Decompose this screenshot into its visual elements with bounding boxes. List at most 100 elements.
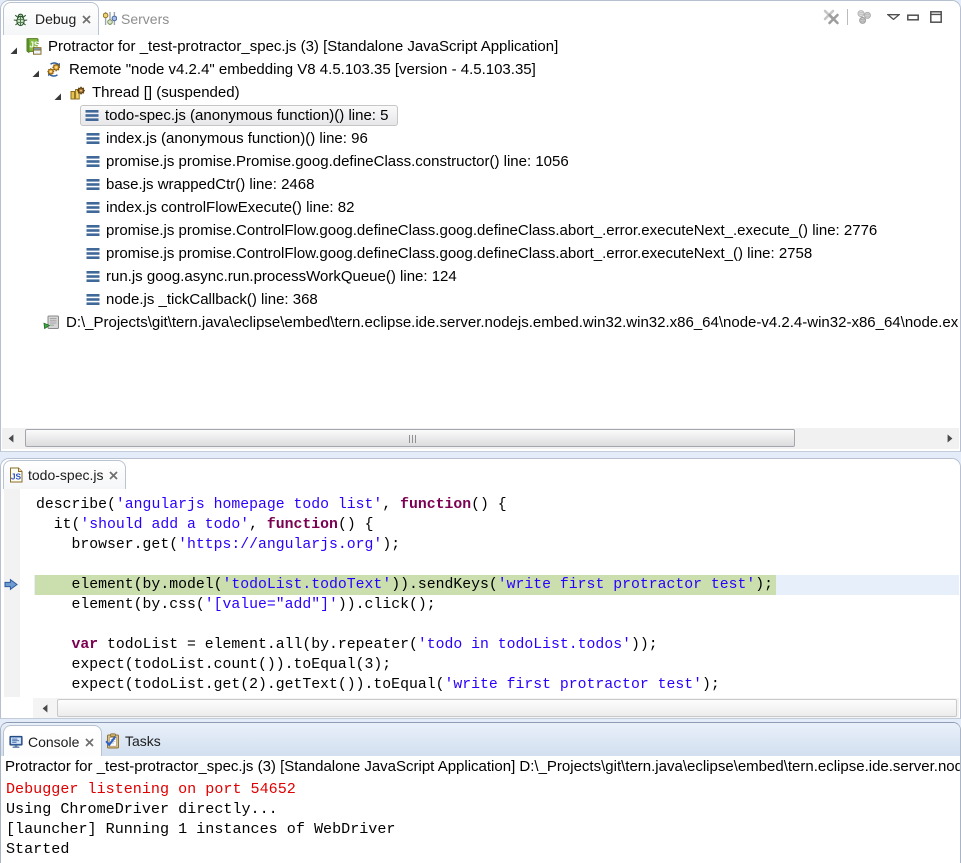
remove-terminated-icon[interactable]	[822, 6, 842, 28]
tree-item[interactable]: D:\_Projects\git\tern.java\eclipse\embed…	[43, 311, 959, 334]
scrollbar-grip	[409, 435, 418, 443]
tree-item-label: index.js (anonymous function)() line: 96	[106, 130, 368, 147]
debug-horizontal-scrollbar[interactable]	[2, 428, 959, 449]
tree-item-label: D:\_Projects\git\tern.java\eclipse\embed…	[66, 314, 959, 331]
code-string-segment: 'todo in todoList.todos'	[418, 637, 631, 653]
stack-frame-icon	[86, 293, 100, 306]
tree-row[interactable]: node.js _tickCallback() line: 368	[2, 288, 959, 311]
tree-item[interactable]: base.js wrappedCtr() line: 2468	[86, 173, 314, 196]
code-line-text: element(by.css('[value="add"]')).click()…	[36, 597, 436, 613]
stack-frame-icon	[86, 224, 100, 237]
tree-row[interactable]: Remote "node v4.2.4" embedding V8 4.5.10…	[2, 58, 959, 81]
close-icon[interactable]	[81, 14, 92, 25]
twistie-expanded-icon[interactable]	[31, 65, 40, 82]
twistie-expanded-icon[interactable]	[9, 42, 18, 59]
code-segment: browser.get(	[36, 537, 178, 553]
tab-todo-spec[interactable]: JS todo-spec.js	[3, 460, 126, 489]
tree-item-selected[interactable]: todo-spec.js (anonymous function)() line…	[80, 105, 398, 126]
tab-console[interactable]: Console	[3, 725, 102, 757]
code-segment: );	[382, 537, 400, 553]
editor-horizontal-scrollbar[interactable]	[33, 698, 959, 718]
tree-item[interactable]: promise.js promise.ControlFlow.goog.defi…	[86, 219, 877, 242]
tree-item[interactable]: promise.js promise.ControlFlow.goog.defi…	[86, 242, 812, 265]
scroll-left-icon[interactable]	[2, 428, 20, 449]
threads-suspended-icon[interactable]	[854, 6, 874, 28]
editor-view: JS todo-spec.js describe('angularjs home…	[0, 458, 961, 719]
debug-launch-tree: JS Protractor for _test-protractor_spec.…	[2, 35, 959, 425]
code-line-text: browser.get('https://angularjs.org');	[36, 537, 400, 553]
console-output[interactable]: Protractor for _test-protractor_spec.js …	[2, 756, 959, 863]
scroll-left-icon[interactable]	[36, 698, 54, 719]
code-keyword-segment: function	[400, 497, 471, 513]
code-segment: it(	[36, 517, 80, 533]
tree-item[interactable]: node.js _tickCallback() line: 368	[86, 288, 318, 311]
tree-row[interactable]: base.js wrappedCtr() line: 2468	[2, 173, 959, 196]
tree-item[interactable]: JS Protractor for _test-protractor_spec.…	[25, 35, 558, 58]
debug-view: Debug Servers JS Protra	[0, 0, 961, 452]
tree-item-label: Protractor for _test-protractor_spec.js …	[48, 38, 558, 55]
code-segment: () {	[338, 517, 374, 533]
tab-tasks[interactable]: Tasks	[105, 725, 161, 756]
code-segment	[36, 637, 72, 653]
tree-item[interactable]: run.js goog.async.run.processWorkQueue()…	[86, 265, 457, 288]
code-keyword-segment: var	[72, 637, 99, 653]
tab-console-label: Console	[28, 734, 79, 750]
console-line-error: Debugger listening on port 54652	[6, 780, 959, 800]
code-line: var todoList = element.all(by.repeater('…	[34, 635, 959, 655]
code-string-segment: '[value="add"]'	[205, 597, 338, 613]
tree-item[interactable]: Remote "node v4.2.4" embedding V8 4.5.10…	[45, 58, 536, 81]
close-icon[interactable]	[84, 737, 95, 748]
code-line: element(by.css('[value="add"]')).click()…	[34, 595, 959, 615]
code-lines: describe('angularjs homepage todo list',…	[34, 495, 959, 695]
tree-item[interactable]: index.js controlFlowExecute() line: 82	[86, 196, 354, 219]
tree-row[interactable]: D:\_Projects\git\tern.java\eclipse\embed…	[2, 311, 959, 334]
code-line: expect(todoList.count()).toEqual(3);	[34, 655, 959, 675]
code-segment: );	[755, 577, 773, 593]
code-editor[interactable]: describe('angularjs homepage todo list',…	[2, 489, 959, 697]
tree-row[interactable]: Thread [] (suspended)	[2, 81, 959, 104]
code-line: describe('angularjs homepage todo list',…	[34, 495, 959, 515]
code-segment: element(by.css(	[36, 597, 205, 613]
tree-row[interactable]: promise.js promise.ControlFlow.goog.defi…	[2, 242, 959, 265]
tree-item[interactable]: promise.js promise.Promise.goog.defineCl…	[86, 150, 569, 173]
stack-frame-icon	[85, 109, 99, 122]
tree-row[interactable]: todo-spec.js (anonymous function)() line…	[2, 104, 959, 127]
code-line-text: expect(todoList.get(2).getText()).toEqua…	[36, 677, 720, 693]
tree-item[interactable]: Thread [] (suspended)	[69, 81, 240, 104]
tree-row[interactable]: promise.js promise.Promise.goog.defineCl…	[2, 150, 959, 173]
code-string-segment: 'angularjs homepage todo list'	[116, 497, 382, 513]
code-line: element(by.model('todoList.todoText')).s…	[34, 575, 959, 595]
tree-row[interactable]: index.js (anonymous function)() line: 96	[2, 127, 959, 150]
console-line: Started	[6, 840, 959, 860]
code-segment: todoList = element.all(by.repeater(	[98, 637, 418, 653]
scroll-right-icon[interactable]	[941, 428, 959, 449]
minimize-icon[interactable]	[903, 6, 923, 28]
tree-row[interactable]: index.js controlFlowExecute() line: 82	[2, 196, 959, 219]
tree-row[interactable]: JS Protractor for _test-protractor_spec.…	[2, 35, 959, 58]
debug-scrollbar-thumb[interactable]	[25, 429, 795, 447]
code-line-text: var todoList = element.all(by.repeater('…	[36, 637, 658, 653]
code-segment: ,	[249, 517, 267, 533]
tree-row[interactable]: promise.js promise.ControlFlow.goog.defi…	[2, 219, 959, 242]
tree-item-label: promise.js promise.ControlFlow.goog.defi…	[106, 245, 812, 262]
code-line-text: it('should add a todo', function() {	[36, 517, 373, 533]
code-string-segment: 'https://angularjs.org'	[178, 537, 382, 553]
close-icon[interactable]	[108, 470, 119, 481]
twistie-expanded-icon[interactable]	[53, 88, 62, 105]
tab-debug[interactable]: Debug	[3, 2, 99, 35]
tree-item[interactable]: index.js (anonymous function)() line: 96	[86, 127, 368, 150]
tree-row[interactable]: run.js goog.async.run.processWorkQueue()…	[2, 265, 959, 288]
debug-view-tab-bar: Debug Servers	[1, 1, 960, 35]
editor-tab-bar: JS todo-spec.js	[1, 459, 960, 489]
tab-servers[interactable]: Servers	[98, 2, 169, 35]
toolbar-separator	[847, 9, 848, 25]
console-tab-bar: Console Tasks	[1, 723, 960, 756]
maximize-icon[interactable]	[926, 6, 946, 28]
editor-scrollbar-thumb[interactable]	[57, 699, 957, 717]
console-view: Console Tasks Protractor for _test-protr…	[0, 722, 961, 863]
tree-item-label: todo-spec.js (anonymous function)() line…	[105, 107, 388, 124]
stack-frame-icon	[86, 178, 100, 191]
view-menu-icon[interactable]	[883, 6, 903, 28]
code-segment: expect(todoList.get(2).getText()).toEqua…	[36, 677, 444, 693]
code-segment: expect(todoList.count()).toEqual(3);	[36, 657, 391, 673]
